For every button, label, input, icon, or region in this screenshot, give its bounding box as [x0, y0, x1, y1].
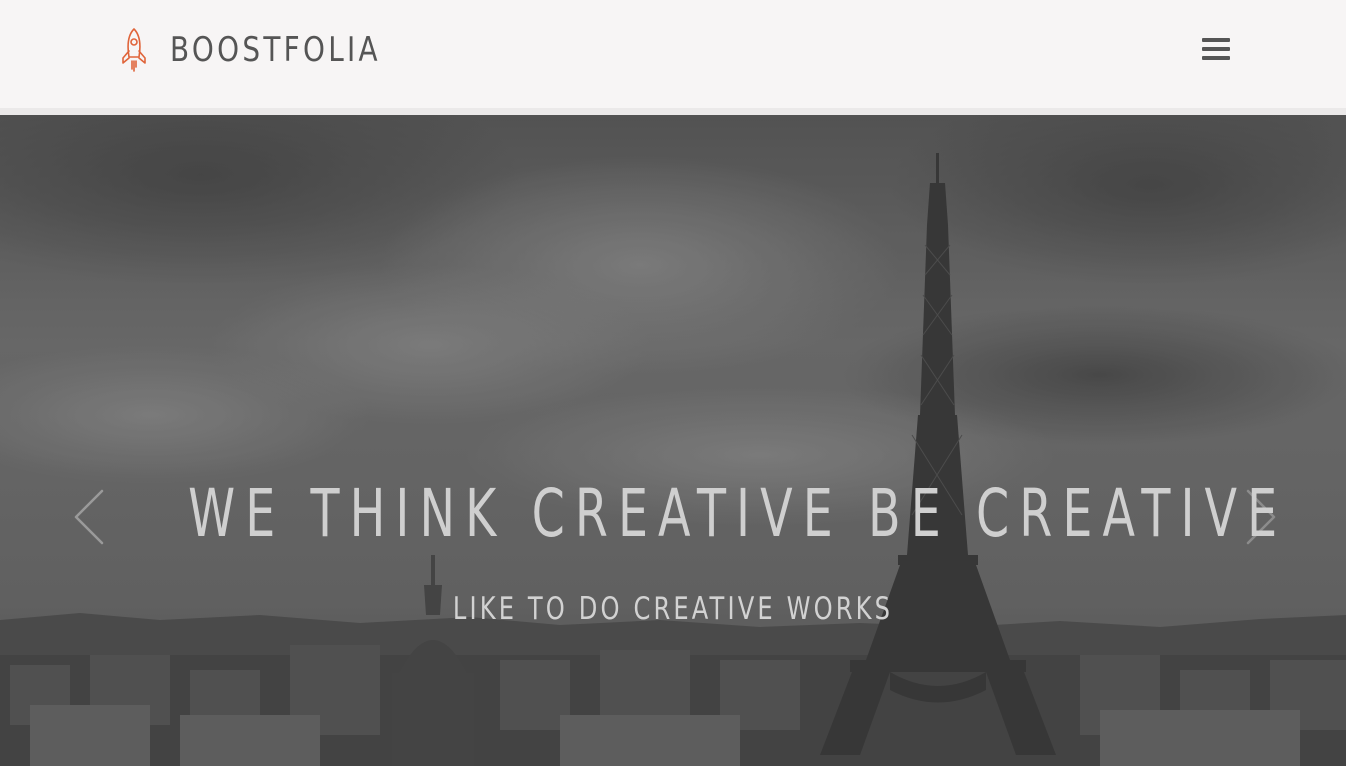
hero-slider: WE THINK CREATIVE BE CREATIVE LIKE TO DO…	[0, 115, 1346, 766]
hero-subtitle: LIKE TO DO CREATIVE WORKS	[452, 591, 894, 627]
menu-bar-top	[1202, 38, 1230, 42]
menu-bar-bottom	[1202, 56, 1230, 60]
chevron-left-icon[interactable]	[70, 487, 110, 547]
rocket-icon	[122, 28, 146, 72]
site-header: BOOSTFOLIA	[0, 0, 1346, 108]
hamburger-menu-icon[interactable]	[1198, 32, 1236, 68]
menu-bar-middle	[1202, 47, 1230, 51]
header-divider	[0, 108, 1346, 115]
hero-title: WE THINK CREATIVE BE CREATIVE	[188, 475, 1288, 552]
brand-name: BOOSTFOLIA	[170, 30, 381, 70]
hero-background-image	[0, 115, 1346, 766]
brand-logo-link[interactable]: BOOSTFOLIA	[118, 26, 427, 74]
